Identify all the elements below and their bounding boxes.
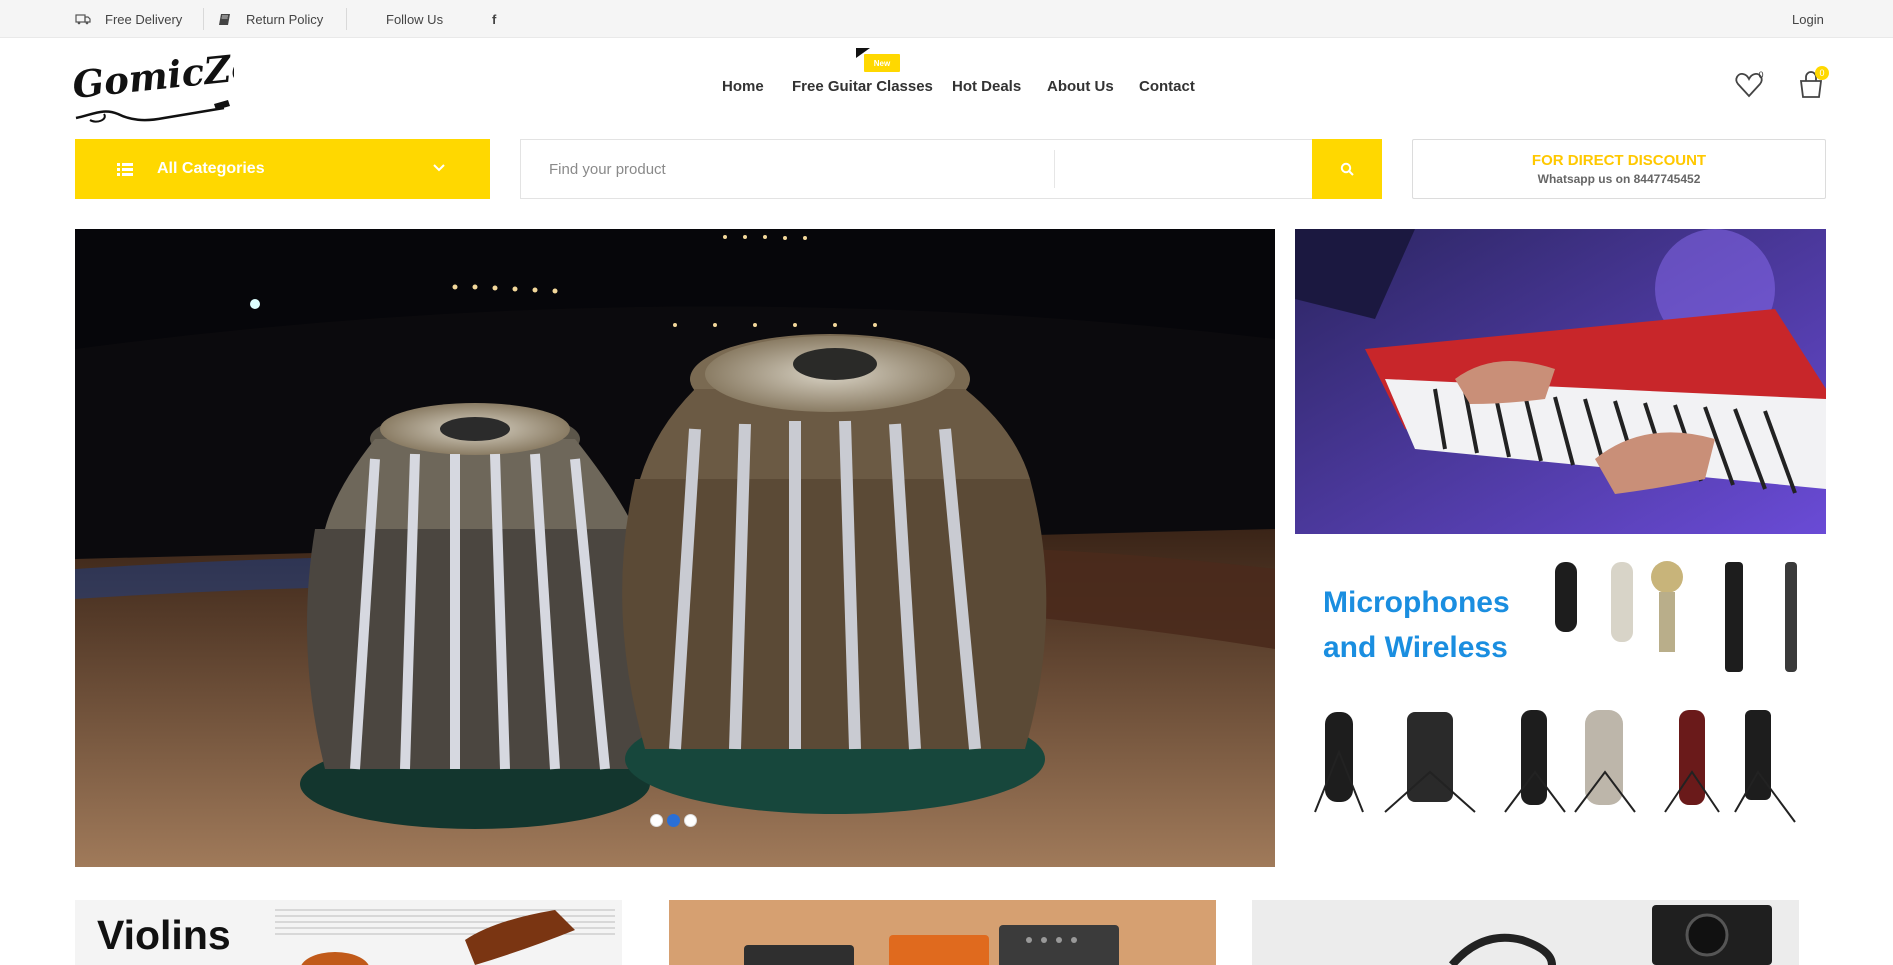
amplifiers-banner[interactable] — [669, 900, 1216, 965]
amplifiers-banner-image — [744, 925, 1119, 965]
nav-about-us[interactable]: About Us — [1047, 78, 1114, 95]
search-bar — [520, 139, 1382, 199]
microphones-banner[interactable]: Microphones and Wireless — [1295, 552, 1826, 867]
slider-dots — [650, 814, 697, 827]
discount-title: FOR DIRECT DISCOUNT — [1531, 152, 1707, 169]
all-categories-dropdown[interactable]: All Categories — [75, 139, 490, 199]
direct-discount-box[interactable]: FOR DIRECT DISCOUNT Whatsapp us on 84477… — [1412, 139, 1826, 199]
free-delivery-link[interactable]: Free Delivery — [75, 0, 182, 38]
chevron-down-icon — [433, 164, 445, 172]
top-bar: Free Delivery Return Policy Follow Us f … — [0, 0, 1893, 38]
search-button[interactable] — [1312, 139, 1382, 199]
keyboard-banner-image — [1295, 229, 1826, 534]
nav-home[interactable]: Home — [722, 78, 764, 95]
new-badge: New — [856, 48, 900, 72]
list-icon — [117, 162, 133, 176]
facebook-link[interactable]: f — [492, 0, 496, 38]
microphones-banner-image — [1314, 561, 1797, 823]
slider-dot[interactable] — [650, 814, 663, 827]
slider-dot-active[interactable] — [667, 814, 680, 827]
login-link[interactable]: Login — [1792, 0, 1824, 38]
truck-icon — [75, 14, 91, 25]
facebook-icon: f — [492, 11, 497, 27]
search-icon — [1340, 162, 1354, 176]
cart-count: 0 — [1815, 66, 1829, 80]
return-policy-label: Return Policy — [246, 11, 324, 27]
discount-subtitle: Whatsapp us on 8447745452 — [1537, 172, 1701, 186]
follow-us-text: Follow Us — [386, 11, 444, 27]
nav-contact[interactable]: Contact — [1139, 78, 1195, 95]
nav-free-guitar-classes[interactable]: Free Guitar Classes — [792, 78, 933, 95]
login-label: Login — [1792, 11, 1824, 27]
keyboard-banner[interactable] — [1295, 229, 1826, 534]
search-input[interactable] — [521, 140, 1056, 198]
wishlist-button[interactable]: 0 — [1734, 70, 1764, 100]
return-policy-link[interactable]: Return Policy — [218, 0, 323, 38]
audio-banner[interactable] — [1252, 900, 1799, 965]
divider — [346, 8, 347, 30]
hero-slider[interactable] — [75, 229, 1275, 867]
violins-title: Violins — [97, 912, 231, 958]
audio-banner-image — [1448, 905, 1772, 965]
follow-us-label: Follow Us — [386, 0, 443, 38]
nav-hot-deals[interactable]: Hot Deals — [952, 78, 1021, 95]
search-divider — [1054, 150, 1055, 188]
book-icon — [219, 13, 230, 25]
free-delivery-label: Free Delivery — [105, 11, 183, 27]
violins-banner[interactable]: Violins — [75, 900, 622, 965]
slider-dot[interactable] — [684, 814, 697, 827]
main-nav: Home Free Guitar Classes Hot Deals About… — [0, 78, 1893, 98]
all-categories-label: All Categories — [157, 160, 265, 177]
tabla-slide-image — [75, 229, 1275, 867]
divider — [203, 8, 204, 30]
cart-button[interactable]: 0 — [1796, 66, 1829, 100]
wishlist-count: 0 — [1758, 70, 1764, 80]
